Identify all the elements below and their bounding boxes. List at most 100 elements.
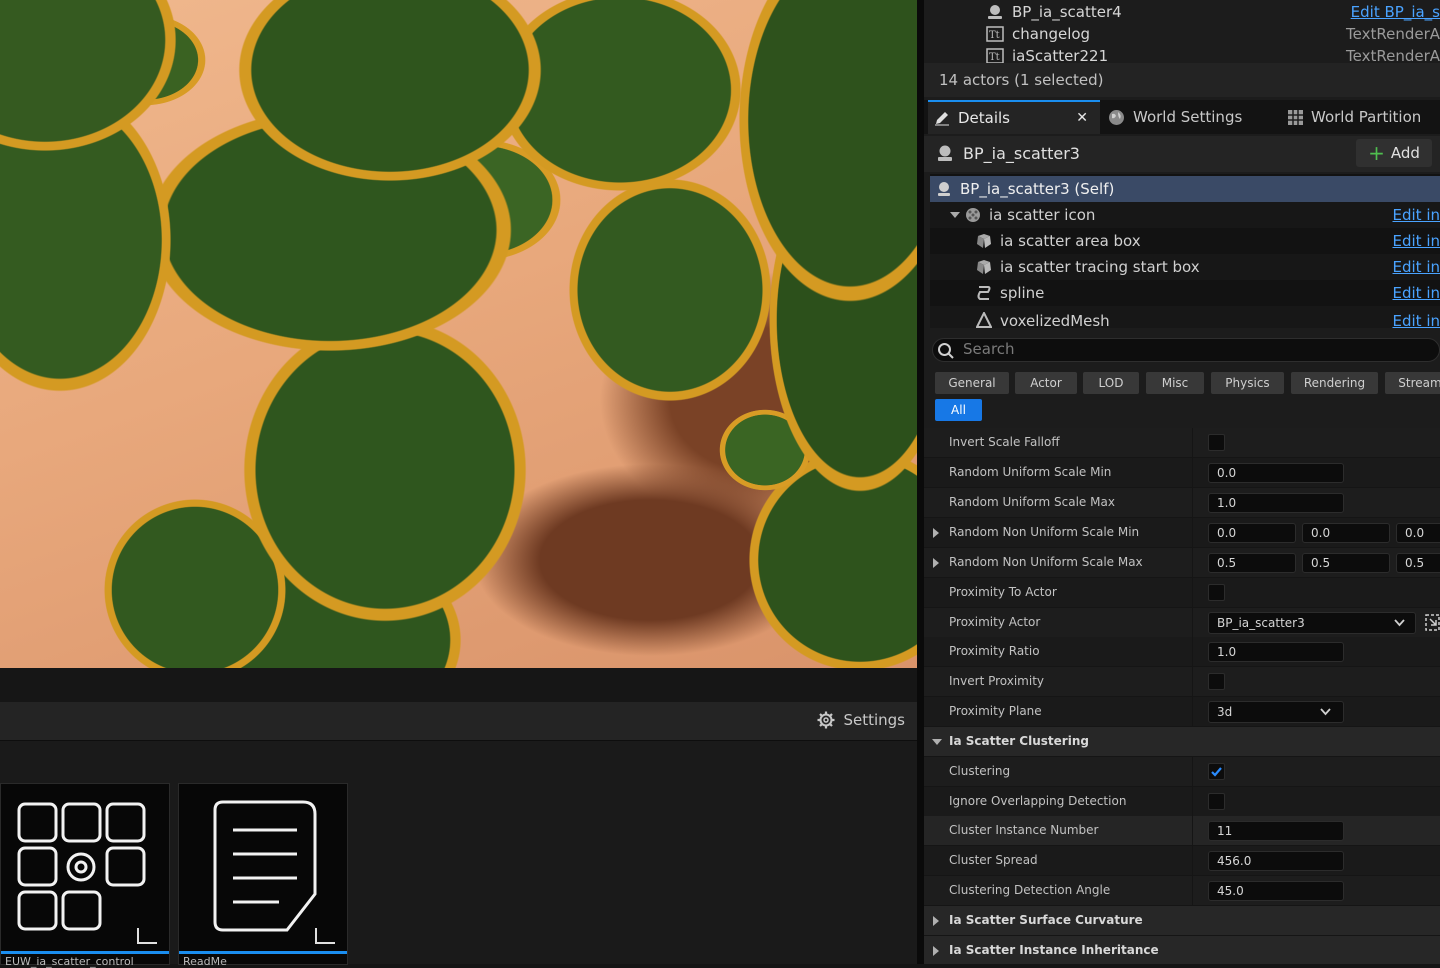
add-label: Add bbox=[1391, 144, 1420, 162]
details-search-box[interactable]: Search bbox=[932, 338, 1440, 362]
section-header-clustering[interactable]: Ia Scatter Clustering bbox=[924, 727, 1440, 757]
viewport-bottom-strip bbox=[0, 668, 917, 702]
right-panel: BP_ia_scatter4 Edit BP_ia_s Tt changelog… bbox=[924, 0, 1440, 964]
section-header-instance-inheritance[interactable]: Ia Scatter Instance Inheritance bbox=[924, 936, 1440, 964]
grid-icon bbox=[1288, 110, 1303, 125]
component-label: ia scatter tracing start box bbox=[1000, 258, 1200, 276]
property-label: Proximity Plane bbox=[949, 704, 1042, 718]
cluster-spread-input[interactable]: 456.0 bbox=[1208, 851, 1344, 871]
category-stream[interactable]: Stream bbox=[1385, 372, 1440, 394]
document-icon bbox=[179, 784, 347, 944]
property-label: Random Non Uniform Scale Max bbox=[949, 555, 1143, 569]
section-header-surface-curvature[interactable]: Ia Scatter Surface Curvature bbox=[924, 906, 1440, 936]
scale-min-y-input[interactable]: 0.0 bbox=[1302, 523, 1390, 543]
tab-details[interactable]: Details ✕ bbox=[928, 100, 1100, 134]
edit-in-link[interactable]: Edit in bbox=[1393, 232, 1440, 250]
proximity-plane-dropdown[interactable]: 3d bbox=[1208, 701, 1344, 723]
proximity-actor-dropdown[interactable]: BP_ia_scatter3 bbox=[1208, 612, 1416, 634]
dropdown-value: BP_ia_scatter3 bbox=[1217, 616, 1305, 630]
asset-type-bar bbox=[179, 951, 347, 954]
expand-arrow-icon[interactable] bbox=[933, 528, 939, 538]
cluster-instance-number-input[interactable]: 11 bbox=[1208, 821, 1344, 841]
clustering-checkbox[interactable] bbox=[1208, 763, 1225, 780]
category-all[interactable]: All bbox=[935, 399, 982, 421]
chevron-down-icon bbox=[1320, 708, 1331, 716]
outliner-row[interactable]: BP_ia_scatter4 Edit BP_ia_s bbox=[924, 1, 1440, 23]
scale-max-z-input[interactable]: 0.5 bbox=[1396, 553, 1440, 573]
expand-arrow-icon[interactable] bbox=[933, 916, 939, 926]
close-icon[interactable]: ✕ bbox=[1076, 110, 1088, 126]
text-render-icon: Tt bbox=[986, 26, 1004, 42]
actor-icon bbox=[986, 4, 1004, 20]
component-label: ia scatter icon bbox=[989, 206, 1095, 224]
content-browser-area: EUW_ia_scatter_control ReadMe bbox=[0, 741, 917, 964]
add-component-button[interactable]: + Add bbox=[1356, 139, 1432, 167]
tab-world-settings[interactable]: World Settings bbox=[1108, 100, 1242, 134]
actor-name: BP_ia_scatter3 bbox=[963, 144, 1080, 163]
component-row[interactable]: spline Edit in bbox=[930, 280, 1440, 306]
outliner-row[interactable]: Tt changelog TextRenderA bbox=[924, 23, 1440, 45]
category-general[interactable]: General bbox=[935, 372, 1009, 394]
expand-arrow-icon[interactable] bbox=[933, 558, 939, 568]
property-label: Proximity Ratio bbox=[949, 644, 1040, 658]
edit-in-link[interactable]: Edit in bbox=[1393, 258, 1440, 276]
asset-name: EUW_ia_scatter_control bbox=[5, 955, 165, 968]
asset-tile-readme[interactable]: ReadMe bbox=[178, 783, 348, 965]
component-row[interactable]: ia scatter area box Edit in bbox=[930, 228, 1440, 254]
category-rendering[interactable]: Rendering bbox=[1291, 372, 1378, 394]
panel-splitter[interactable] bbox=[917, 0, 924, 964]
expand-arrow-icon[interactable] bbox=[950, 212, 960, 218]
ignore-overlapping-detection-checkbox[interactable] bbox=[1208, 793, 1225, 810]
property-row: Cluster Spread 456.0 bbox=[924, 846, 1440, 876]
component-row[interactable]: ia scatter icon Edit in bbox=[930, 202, 1440, 228]
category-misc[interactable]: Misc bbox=[1146, 372, 1204, 394]
edit-in-link[interactable]: Edit in bbox=[1393, 206, 1440, 224]
property-row: Cluster Instance Number 11 bbox=[924, 816, 1440, 846]
property-label: Proximity To Actor bbox=[949, 585, 1057, 599]
clustering-detection-angle-input[interactable]: 45.0 bbox=[1208, 881, 1344, 901]
actor-count: 14 actors (1 selected) bbox=[924, 63, 1440, 97]
category-actor[interactable]: Actor bbox=[1015, 372, 1077, 394]
scale-max-x-input[interactable]: 0.5 bbox=[1208, 553, 1296, 573]
column-separator bbox=[1192, 757, 1193, 786]
settings-label: Settings bbox=[843, 711, 905, 729]
property-row: Proximity To Actor bbox=[924, 578, 1440, 608]
property-label: Proximity Actor bbox=[949, 615, 1040, 629]
tab-world-partition[interactable]: World Partition bbox=[1288, 100, 1421, 134]
pick-actor-icon[interactable] bbox=[1425, 614, 1440, 631]
scale-min-x-input[interactable]: 0.0 bbox=[1208, 523, 1296, 543]
settings-button[interactable]: Settings bbox=[817, 711, 905, 729]
component-row[interactable]: voxelizedMesh Edit in bbox=[930, 306, 1440, 328]
actor-icon bbox=[936, 181, 952, 197]
proximity-ratio-input[interactable]: 1.0 bbox=[1208, 642, 1344, 662]
asset-type-bar bbox=[1, 951, 169, 954]
editor-utility-widget-icon bbox=[1, 784, 169, 944]
property-row: Clustering bbox=[924, 757, 1440, 787]
scale-min-z-input[interactable]: 0.0 bbox=[1396, 523, 1440, 543]
level-viewport[interactable] bbox=[0, 0, 917, 668]
random-uniform-scale-min-input[interactable]: 0.0 bbox=[1208, 463, 1344, 483]
content-browser-toolbar: Settings bbox=[0, 702, 917, 741]
invert-scale-falloff-checkbox[interactable] bbox=[1208, 434, 1225, 451]
edit-in-link[interactable]: Edit in bbox=[1393, 284, 1440, 302]
expand-arrow-icon[interactable] bbox=[933, 946, 939, 956]
asset-tile-widget[interactable]: EUW_ia_scatter_control bbox=[0, 783, 170, 965]
category-lod[interactable]: LOD bbox=[1083, 372, 1139, 394]
component-row-self[interactable]: BP_ia_scatter3 (Self) bbox=[930, 176, 1440, 202]
pencil-icon bbox=[934, 110, 950, 126]
column-separator bbox=[1192, 667, 1193, 696]
random-uniform-scale-max-input[interactable]: 1.0 bbox=[1208, 493, 1344, 513]
edit-blueprint-link[interactable]: Edit BP_ia_s bbox=[1351, 3, 1440, 21]
invert-proximity-checkbox[interactable] bbox=[1208, 673, 1225, 690]
property-row: Proximity Actor BP_ia_scatter3 bbox=[924, 608, 1440, 638]
category-physics[interactable]: Physics bbox=[1211, 372, 1284, 394]
component-row[interactable]: ia scatter tracing start box Edit in bbox=[930, 254, 1440, 280]
property-row: Proximity Ratio 1.0 bbox=[924, 637, 1440, 667]
details-tab-bar: Details ✕ World Settings World Partition bbox=[924, 100, 1440, 134]
property-row: Clustering Detection Angle 45.0 bbox=[924, 876, 1440, 906]
edit-in-link[interactable]: Edit in bbox=[1393, 312, 1440, 328]
proximity-to-actor-checkbox[interactable] bbox=[1208, 584, 1225, 601]
scale-max-y-input[interactable]: 0.5 bbox=[1302, 553, 1390, 573]
tab-label: World Partition bbox=[1311, 108, 1421, 126]
collapse-arrow-icon[interactable] bbox=[932, 739, 942, 745]
